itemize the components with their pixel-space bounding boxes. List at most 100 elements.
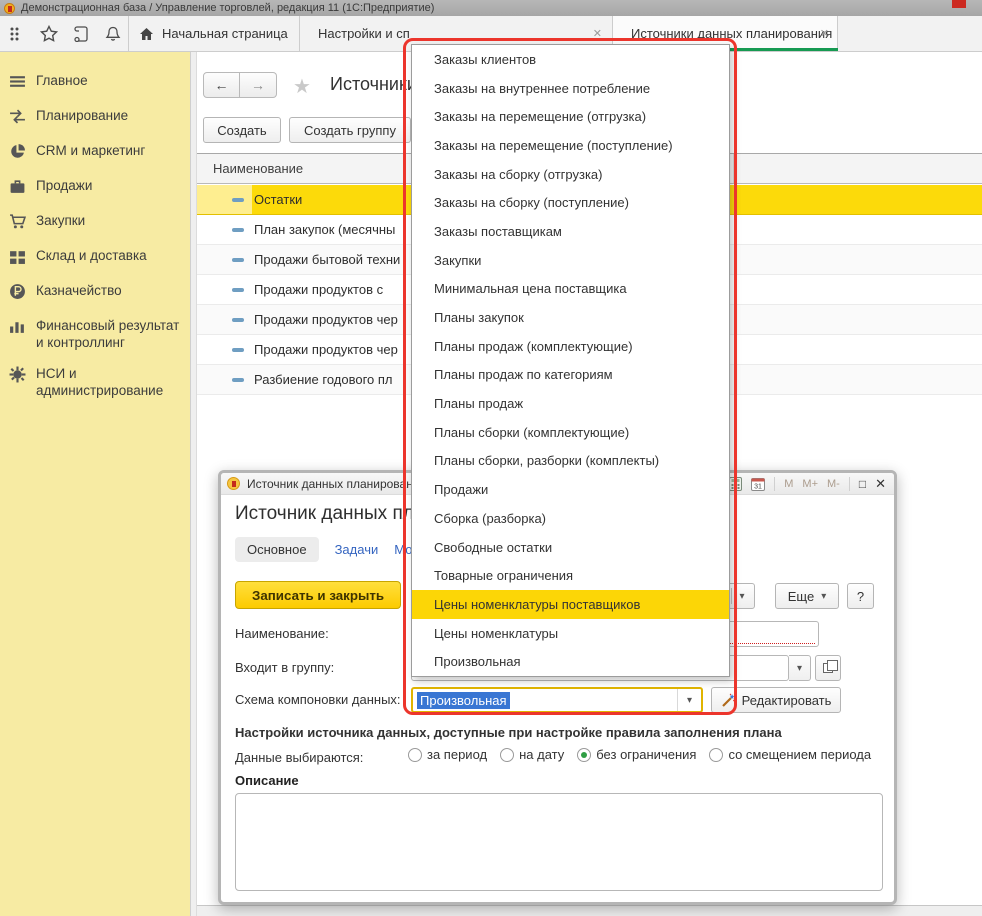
radio-za-period[interactable]: за период bbox=[408, 747, 487, 762]
row-label: Разбиение годового пл bbox=[252, 372, 393, 387]
radio-label: со смещением периода bbox=[728, 747, 871, 762]
period-radio-group: за период на дату без ограничения со сме… bbox=[408, 747, 871, 762]
dropdown-item[interactable]: Планы продаж по категориям bbox=[412, 361, 729, 390]
dropdown-item[interactable]: Свободные остатки bbox=[412, 533, 729, 562]
item-dash-icon bbox=[232, 258, 244, 262]
sidebar-item-planning[interactable]: Планирование bbox=[0, 107, 190, 125]
forward-button[interactable]: → bbox=[240, 72, 277, 98]
edit-schema-button[interactable]: Редактировать bbox=[711, 687, 841, 713]
more-button-label: Еще bbox=[788, 589, 814, 604]
status-bar bbox=[197, 905, 982, 916]
radio-label: без ограничения bbox=[596, 747, 696, 762]
sidebar-item-purchases[interactable]: Закупки bbox=[0, 212, 190, 230]
tab-more[interactable]: Мо bbox=[394, 542, 412, 557]
save-and-close-button[interactable]: Записать и закрыть bbox=[235, 581, 401, 609]
tab-settings-close-icon[interactable]: ✕ bbox=[593, 27, 602, 40]
radio-so-smeshcheniem[interactable]: со смещением периода bbox=[709, 747, 871, 762]
dropdown-item[interactable]: Цены номенклатуры bbox=[412, 619, 729, 648]
dropdown-item[interactable]: Планы сборки (комплектующие) bbox=[412, 418, 729, 447]
group-open-button[interactable] bbox=[815, 655, 841, 681]
schema-field-label: Схема компоновки данных: bbox=[235, 692, 401, 707]
dropdown-item[interactable]: Произвольная bbox=[412, 647, 729, 676]
dropdown-item-highlighted[interactable]: Цены номенклатуры поставщиков bbox=[412, 590, 729, 619]
sidebar-item-label: Планирование bbox=[36, 107, 186, 124]
window-title: Демонстрационная база / Управление торго… bbox=[21, 2, 434, 14]
treasury-ruble-icon bbox=[9, 283, 26, 300]
create-button[interactable]: Создать bbox=[203, 117, 281, 143]
notifications-bell-icon[interactable] bbox=[104, 25, 122, 43]
1c-app-icon bbox=[4, 3, 15, 14]
open-list-icon bbox=[823, 663, 833, 673]
create-group-button[interactable]: Создать группу bbox=[289, 117, 411, 143]
sidebar-item-label: CRM и маркетинг bbox=[36, 142, 186, 159]
dropdown-item[interactable]: Планы закупок bbox=[412, 303, 729, 332]
memory-m-button[interactable]: M bbox=[784, 478, 793, 490]
close-icon[interactable]: ✕ bbox=[875, 476, 886, 492]
memory-m-plus-button[interactable]: M+ bbox=[802, 478, 818, 490]
dropdown-item[interactable]: Минимальная цена поставщика bbox=[412, 275, 729, 304]
dropdown-item[interactable]: Продажи bbox=[412, 475, 729, 504]
radio-na-datu[interactable]: на дату bbox=[500, 747, 564, 762]
dropdown-item[interactable]: Закупки bbox=[412, 246, 729, 275]
titlebar-separator bbox=[774, 477, 775, 491]
sidebar-item-warehouse[interactable]: Склад и доставка bbox=[0, 247, 190, 265]
favorite-star-icon[interactable]: ★ bbox=[293, 74, 311, 99]
maximize-icon[interactable]: □ bbox=[859, 477, 866, 491]
sidebar-item-label: Склад и доставка bbox=[36, 247, 186, 264]
dropdown-item[interactable]: Заказы на сборку (поступление) bbox=[412, 188, 729, 217]
calculator-icon[interactable] bbox=[729, 477, 742, 491]
sidebar-item-finance[interactable]: Финансовый результат и контроллинг bbox=[0, 317, 190, 351]
row-icon-cell bbox=[197, 335, 252, 364]
dropdown-item[interactable]: Планы продаж (комплектующие) bbox=[412, 332, 729, 361]
sidebar-item-sales[interactable]: Продажи bbox=[0, 177, 190, 195]
history-icon[interactable] bbox=[72, 25, 90, 43]
sidebar-item-nsi-admin[interactable]: НСИ и администрирование bbox=[0, 365, 190, 399]
radio-label: на дату bbox=[519, 747, 564, 762]
sidebar-item-label: Финансовый результат и контроллинг bbox=[36, 317, 186, 351]
group-dropdown-button[interactable]: ▾ bbox=[789, 655, 811, 681]
sidebar-item-label: Продажи bbox=[36, 177, 186, 194]
help-button[interactable]: ? bbox=[847, 583, 874, 609]
dropdown-item[interactable]: Заказы на перемещение (поступление) bbox=[412, 131, 729, 160]
edit-schema-label: Редактировать bbox=[742, 693, 832, 708]
sidebar-item-label: НСИ и администрирование bbox=[36, 365, 186, 399]
row-icon-cell bbox=[197, 365, 252, 394]
crm-icon bbox=[9, 143, 26, 160]
tab-tasks[interactable]: Задачи bbox=[335, 542, 379, 557]
gear-icon bbox=[9, 366, 26, 383]
dropdown-item[interactable]: Заказы клиентов bbox=[412, 45, 729, 74]
row-icon-cell bbox=[197, 275, 252, 304]
name-field-label: Наименование: bbox=[235, 626, 329, 641]
tab-data-sources-close-icon[interactable]: ✕ bbox=[820, 27, 829, 40]
purchases-cart-icon bbox=[9, 213, 26, 230]
radio-bez-ogranicheniya[interactable]: без ограничения bbox=[577, 747, 696, 762]
back-button[interactable]: ← bbox=[203, 72, 240, 98]
dropdown-item[interactable]: Заказы на сборку (отгрузка) bbox=[412, 160, 729, 189]
sidebar-item-main[interactable]: Главное bbox=[0, 72, 190, 90]
more-button[interactable]: Еще▾ bbox=[775, 583, 839, 609]
description-textarea[interactable] bbox=[235, 793, 883, 891]
dropdown-item[interactable]: Планы сборки, разборки (комплекты) bbox=[412, 447, 729, 476]
sidebar-item-treasury[interactable]: Казначейство bbox=[0, 282, 190, 300]
dropdown-item[interactable]: Заказы поставщикам bbox=[412, 217, 729, 246]
dropdown-item[interactable]: Сборка (разборка) bbox=[412, 504, 729, 533]
row-label: Продажи продуктов чер bbox=[252, 312, 398, 327]
schema-dropdown-button[interactable]: ▾ bbox=[677, 689, 701, 711]
tab-main[interactable]: Основное bbox=[235, 537, 319, 562]
schema-dropdown-list: Заказы клиентов Заказы на внутреннее пот… bbox=[411, 44, 730, 677]
apps-menu-icon[interactable] bbox=[8, 25, 26, 43]
memory-m-minus-button[interactable]: M- bbox=[827, 478, 840, 490]
schema-combobox[interactable]: Произвольная ▾ bbox=[411, 687, 703, 713]
dropdown-item[interactable]: Планы продаж bbox=[412, 389, 729, 418]
1c-dialog-icon bbox=[227, 477, 240, 490]
dropdown-item[interactable]: Товарные ограничения bbox=[412, 561, 729, 590]
tab-home[interactable]: Начальная страница bbox=[128, 16, 300, 51]
favorites-star-icon[interactable] bbox=[40, 25, 58, 43]
dropdown-item[interactable]: Заказы на перемещение (отгрузка) bbox=[412, 102, 729, 131]
row-icon-cell bbox=[197, 215, 252, 244]
calendar-icon[interactable]: 31 bbox=[751, 477, 765, 491]
sidebar-item-crm[interactable]: CRM и маркетинг bbox=[0, 142, 190, 160]
window-titlebar: Демонстрационная база / Управление торго… bbox=[0, 0, 982, 16]
window-close-button[interactable] bbox=[952, 0, 966, 8]
dropdown-item[interactable]: Заказы на внутреннее потребление bbox=[412, 74, 729, 103]
